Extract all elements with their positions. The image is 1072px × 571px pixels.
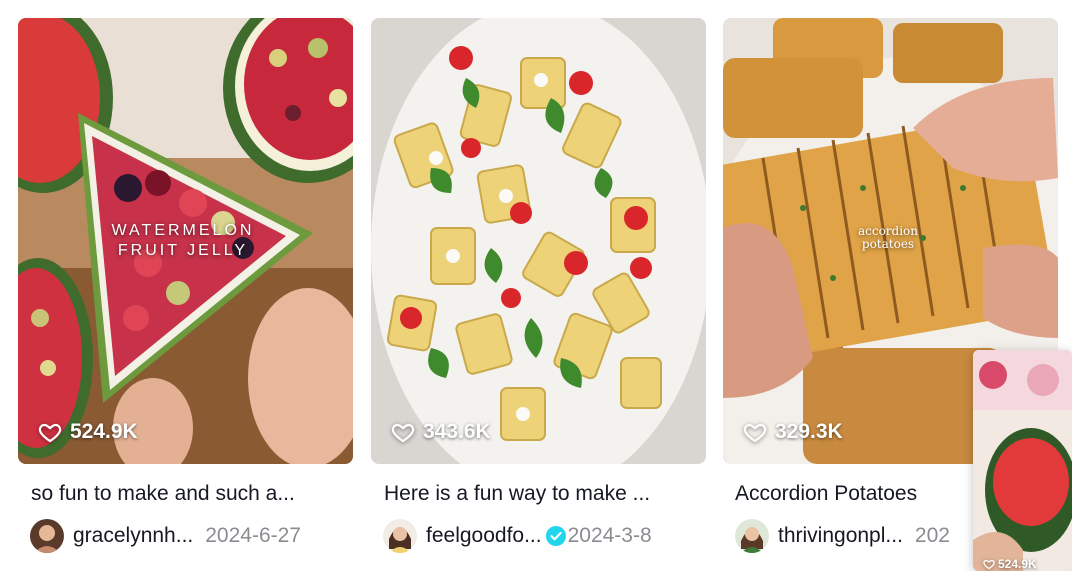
like-count-text: 343.6K xyxy=(423,420,491,443)
avatar-image xyxy=(383,519,417,553)
overlay-caption-line: FRUIT JELLY xyxy=(117,242,249,259)
avatar-image xyxy=(30,519,64,553)
mini-player[interactable]: 524.9K xyxy=(973,350,1072,571)
post-date: 2024-3-8 xyxy=(567,524,652,547)
mini-player-video xyxy=(973,350,1072,571)
video-card-1: WATERMELON FRUIT JELLY 524.9K so fun to … xyxy=(18,18,353,553)
mini-like-count: 524.9K xyxy=(983,557,1037,571)
overlay-caption-line: potatoes xyxy=(861,237,915,251)
like-count-1: 524.9K xyxy=(38,420,138,444)
like-count-text: 524.9K xyxy=(70,420,138,443)
video-overlay-caption-1: WATERMELON FRUIT JELLY xyxy=(93,221,273,261)
video-overlay-caption-3: accordion potatoes xyxy=(833,225,943,251)
heart-outline-icon xyxy=(983,559,995,570)
username[interactable]: gracelynnh... xyxy=(73,524,193,548)
video-thumbnail-2[interactable]: 343.6K xyxy=(371,18,706,464)
overlay-caption-line: WATERMELON xyxy=(111,222,255,239)
like-count-text: 524.9K xyxy=(998,557,1037,571)
post-date: 202 xyxy=(914,524,950,547)
username[interactable]: feelgoodfo... xyxy=(426,524,542,548)
heart-outline-icon xyxy=(38,423,62,443)
avatar-image xyxy=(735,519,769,553)
heart-outline-icon xyxy=(391,423,415,443)
like-count-text: 329.3K xyxy=(775,420,843,443)
video-description-2[interactable]: Here is a fun way to make ... xyxy=(371,481,694,507)
like-count-2: 343.6K xyxy=(391,420,491,444)
username[interactable]: thrivingonpl... xyxy=(778,524,903,548)
heart-outline-icon xyxy=(743,423,767,443)
post-date: 2024-6-27 xyxy=(205,524,301,547)
avatar[interactable] xyxy=(30,519,64,553)
pasta-thumbnail-image xyxy=(371,18,706,464)
video-meta-2: feelgoodfo... 2024-3-8 xyxy=(371,519,706,553)
video-description-1[interactable]: so fun to make and such a... xyxy=(18,481,341,507)
avatar[interactable] xyxy=(383,519,417,553)
video-card-2: 343.6K Here is a fun way to make ... fee… xyxy=(371,18,706,553)
video-meta-1: gracelynnh... 2024-6-27 xyxy=(18,519,353,553)
like-count-3: 329.3K xyxy=(743,420,843,444)
avatar[interactable] xyxy=(735,519,769,553)
video-thumbnail-1[interactable]: WATERMELON FRUIT JELLY 524.9K xyxy=(18,18,353,464)
verified-check-icon xyxy=(545,526,566,546)
